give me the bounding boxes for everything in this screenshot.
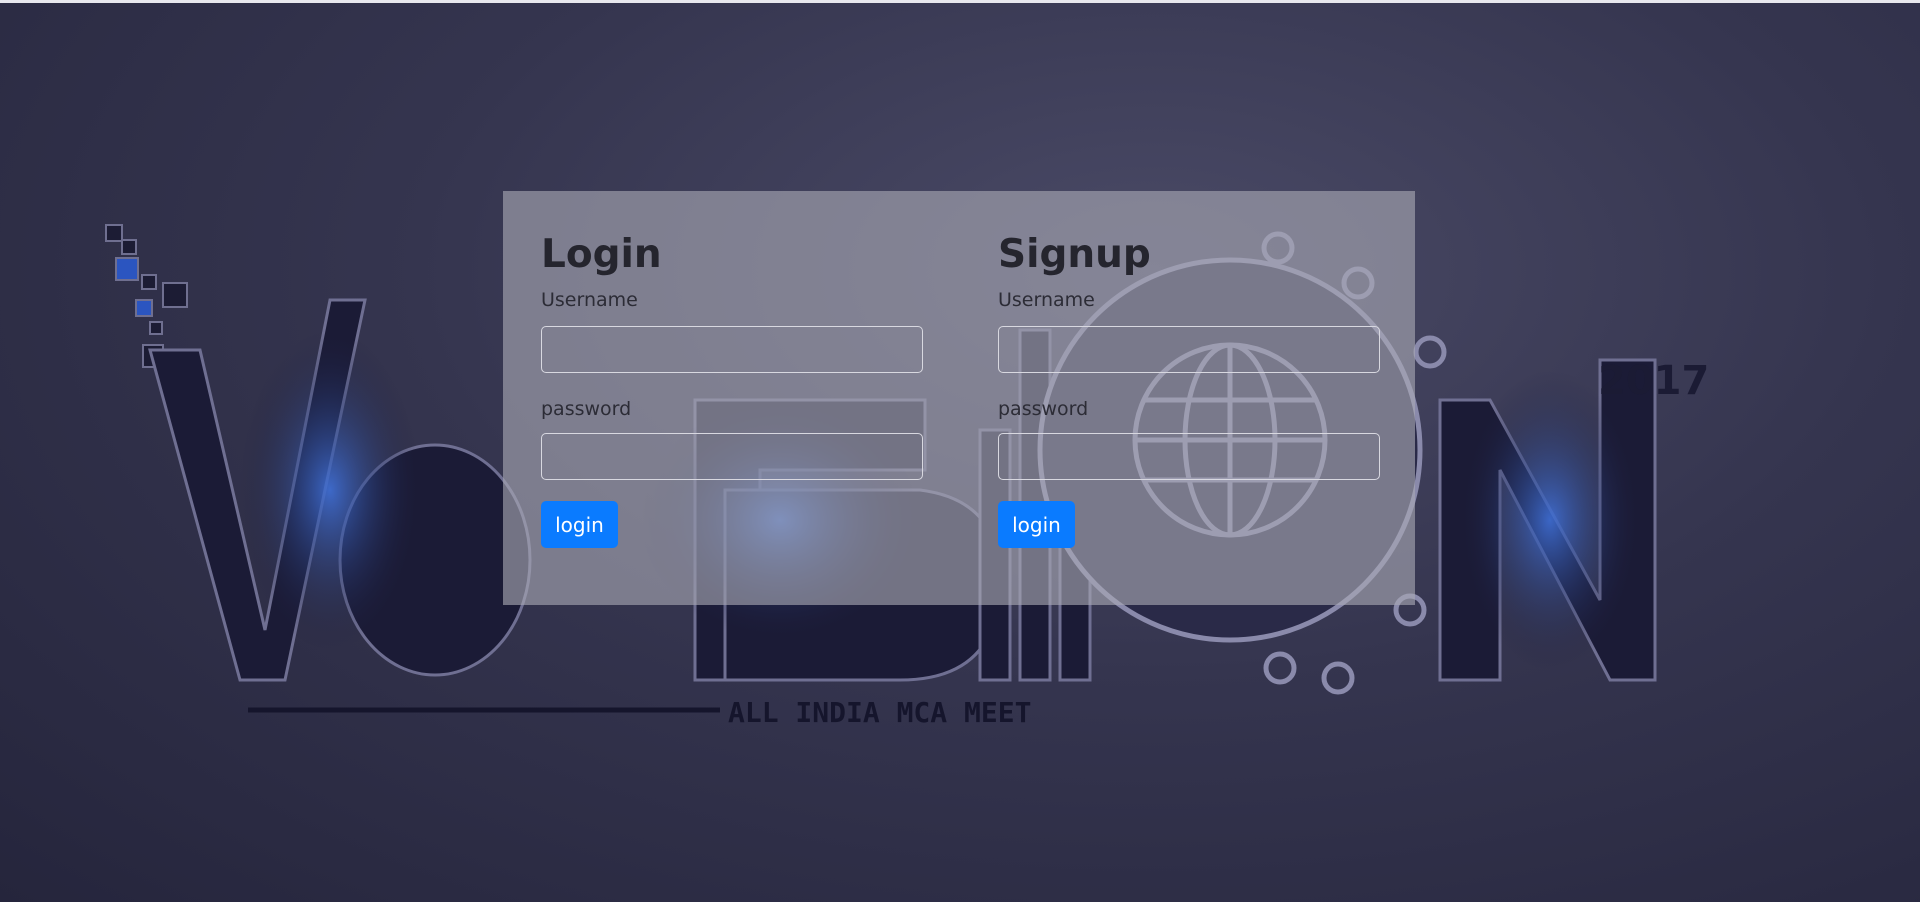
login-password-input[interactable] [541, 433, 923, 480]
login-username-label: Username [541, 289, 638, 311]
logo-year: 2017 [1598, 358, 1709, 404]
signup-password-input[interactable] [998, 433, 1380, 480]
login-button[interactable]: login [541, 501, 618, 548]
logo-tagline: ALL INDIA MCA MEET [728, 696, 1031, 729]
signup-button[interactable]: login [998, 501, 1075, 548]
signup-username-label: Username [998, 289, 1095, 311]
signup-title: Signup [998, 232, 1151, 277]
login-title: Login [541, 232, 662, 277]
signup-password-label: password [998, 398, 1089, 420]
auth-panel: Login Username password login Signup Use… [503, 191, 1415, 605]
signup-username-input[interactable] [998, 326, 1380, 373]
login-username-input[interactable] [541, 326, 923, 373]
login-password-label: password [541, 398, 632, 420]
